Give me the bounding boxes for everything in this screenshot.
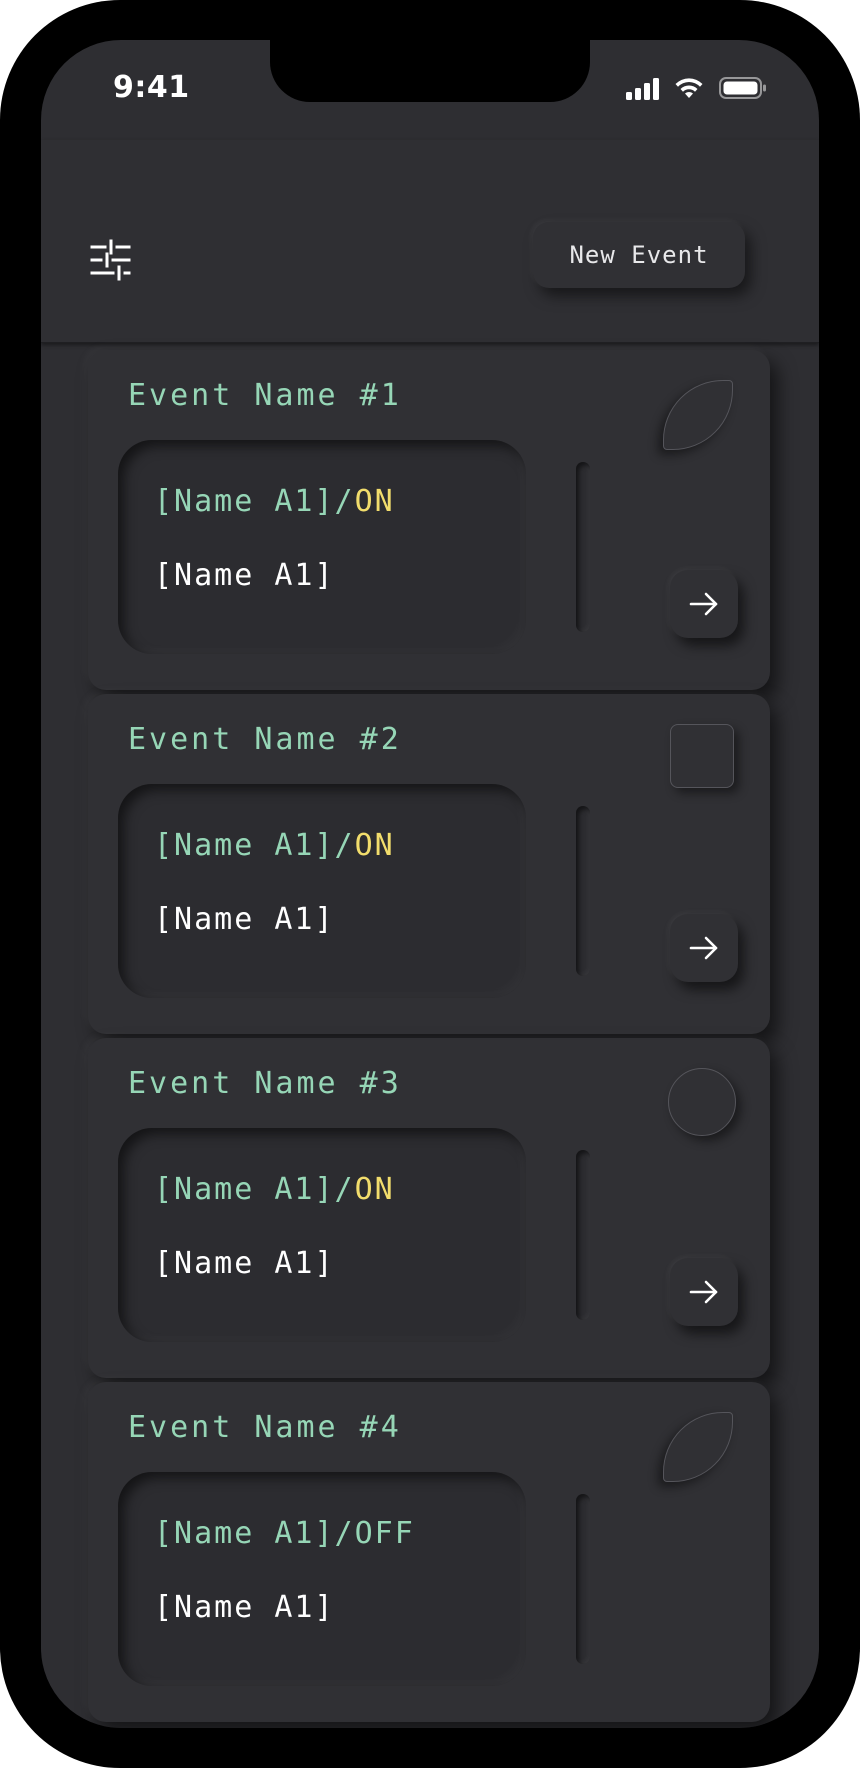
event-card[interactable]: Event Name #2 [Name A1]/ON [Name A1] bbox=[88, 694, 770, 1034]
status-value: ON bbox=[354, 828, 395, 863]
battery-icon bbox=[719, 76, 767, 100]
circle-shape-icon[interactable] bbox=[668, 1068, 736, 1136]
status-name: [Name A1]/ bbox=[154, 484, 355, 519]
event-name-value: [Name A1] bbox=[154, 902, 335, 937]
status-name: [Name A1]/ bbox=[154, 828, 355, 863]
wifi-icon bbox=[673, 76, 705, 100]
signal-icon bbox=[626, 76, 659, 100]
event-title: Event Name #2 bbox=[128, 722, 402, 757]
event-card[interactable]: Event Name #1 [Name A1]/ON [Name A1] bbox=[88, 350, 770, 690]
event-detail-panel: [Name A1]/ON [Name A1] bbox=[118, 1128, 526, 1342]
open-event-button[interactable] bbox=[670, 914, 738, 982]
status-value: OFF bbox=[354, 1516, 415, 1551]
app-screen: 9:41 New Event Event Name #1 [Name A1]/O… bbox=[41, 40, 819, 1728]
event-status: [Name A1]/ON bbox=[154, 1172, 395, 1207]
open-event-button[interactable] bbox=[670, 1258, 738, 1326]
event-status: [Name A1]/ON bbox=[154, 828, 395, 863]
status-value: ON bbox=[354, 1172, 395, 1207]
status-icons bbox=[626, 76, 767, 100]
event-status: [Name A1]/OFF bbox=[154, 1516, 415, 1551]
leaf-shape-icon[interactable] bbox=[663, 380, 733, 450]
slider-track[interactable] bbox=[576, 462, 590, 632]
event-status: [Name A1]/ON bbox=[154, 484, 395, 519]
event-detail-panel: [Name A1]/ON [Name A1] bbox=[118, 440, 526, 654]
status-value: ON bbox=[354, 484, 395, 519]
arrow-right-icon bbox=[689, 936, 718, 960]
status-name: [Name A1]/ bbox=[154, 1172, 355, 1207]
slider-track[interactable] bbox=[576, 1494, 590, 1664]
open-event-button[interactable] bbox=[670, 570, 738, 638]
app-header: New Event bbox=[41, 140, 819, 343]
event-name-value: [Name A1] bbox=[154, 558, 335, 593]
event-detail-panel: [Name A1]/OFF [Name A1] bbox=[118, 1472, 526, 1686]
slider-track[interactable] bbox=[576, 806, 590, 976]
status-name: [Name A1]/ bbox=[154, 1516, 355, 1551]
phone-frame: 9:41 New Event Event Name #1 [Name A1]/O… bbox=[0, 0, 860, 1768]
filter-button[interactable] bbox=[89, 238, 133, 282]
arrow-right-icon bbox=[689, 1280, 718, 1304]
event-title: Event Name #4 bbox=[128, 1410, 402, 1445]
event-title: Event Name #1 bbox=[128, 378, 402, 413]
event-name-value: [Name A1] bbox=[154, 1246, 335, 1281]
notch bbox=[270, 40, 590, 102]
event-card[interactable]: Event Name #3 [Name A1]/ON [Name A1] bbox=[88, 1038, 770, 1378]
event-title: Event Name #3 bbox=[128, 1066, 402, 1101]
event-card[interactable]: Event Name #4 [Name A1]/OFF [Name A1] bbox=[88, 1382, 770, 1722]
sliders-icon bbox=[90, 239, 131, 281]
square-shape-icon[interactable] bbox=[670, 724, 734, 788]
slider-track[interactable] bbox=[576, 1150, 590, 1320]
new-event-button[interactable]: New Event bbox=[533, 222, 745, 288]
leaf-shape-icon[interactable] bbox=[663, 1412, 733, 1482]
event-name-value: [Name A1] bbox=[154, 1590, 335, 1625]
status-time: 9:41 bbox=[113, 70, 190, 105]
arrow-right-icon bbox=[689, 592, 718, 616]
event-detail-panel: [Name A1]/ON [Name A1] bbox=[118, 784, 526, 998]
